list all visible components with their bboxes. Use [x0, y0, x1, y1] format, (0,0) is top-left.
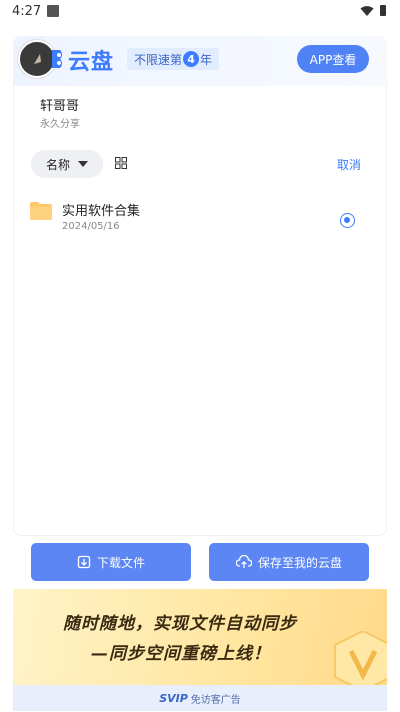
- ad-headline: 随时随地，实现文件自动同步: [63, 614, 297, 634]
- ad-footer[interactable]: SVIP 免访客广告: [13, 685, 387, 711]
- caret-down-icon: [78, 161, 88, 167]
- cloud-upload-icon: [235, 555, 252, 568]
- share-type: 永久分享: [40, 119, 80, 130]
- status-time: 4:27: [12, 4, 42, 19]
- folder-icon: [30, 202, 52, 220]
- promo-prefix: 不限速第: [134, 52, 183, 67]
- ad-banner[interactable]: 随时随地，实现文件自动同步 —同步空间重磅上线！: [13, 589, 387, 685]
- download-label: 下载文件: [96, 555, 145, 570]
- app-view-button[interactable]: APP查看: [297, 45, 369, 73]
- download-file-button[interactable]: 下载文件: [31, 543, 191, 581]
- ad-decoration-icon: [334, 631, 387, 685]
- save-label: 保存至我的云盘: [257, 555, 342, 570]
- promo-number: 4: [183, 51, 200, 67]
- cancel-selection-link[interactable]: 取消: [337, 156, 361, 173]
- file-select-radio[interactable]: [340, 213, 355, 228]
- share-user-name: 轩哥哥: [40, 99, 80, 114]
- ad-footer-text: 免访客广告: [190, 694, 241, 706]
- avatar-image-icon: [34, 54, 41, 64]
- wifi-icon: [360, 6, 374, 16]
- download-file-icon: [77, 555, 91, 569]
- sort-label: 名称: [45, 157, 70, 172]
- radio-checked-icon: [344, 217, 350, 223]
- brand-text: 云盘: [68, 50, 115, 75]
- promo-suffix: 年: [200, 52, 213, 67]
- logo-icon: [52, 50, 63, 68]
- sort-by-name-button[interactable]: 名称: [31, 150, 103, 178]
- grid-view-icon[interactable]: [115, 157, 127, 169]
- status-bar: 4:27: [0, 0, 400, 24]
- save-to-cloud-button[interactable]: 保存至我的云盘: [209, 543, 369, 581]
- file-date: 2024/05/16: [62, 221, 120, 232]
- ad-subheadline: —同步空间重磅上线！: [91, 644, 271, 664]
- svip-logo: SVIP: [159, 691, 188, 705]
- notification-icon: [47, 5, 59, 17]
- battery-icon: [380, 5, 386, 16]
- file-name: 实用软件合集: [62, 204, 141, 219]
- promo-tag: 不限速第 4 年: [127, 48, 219, 70]
